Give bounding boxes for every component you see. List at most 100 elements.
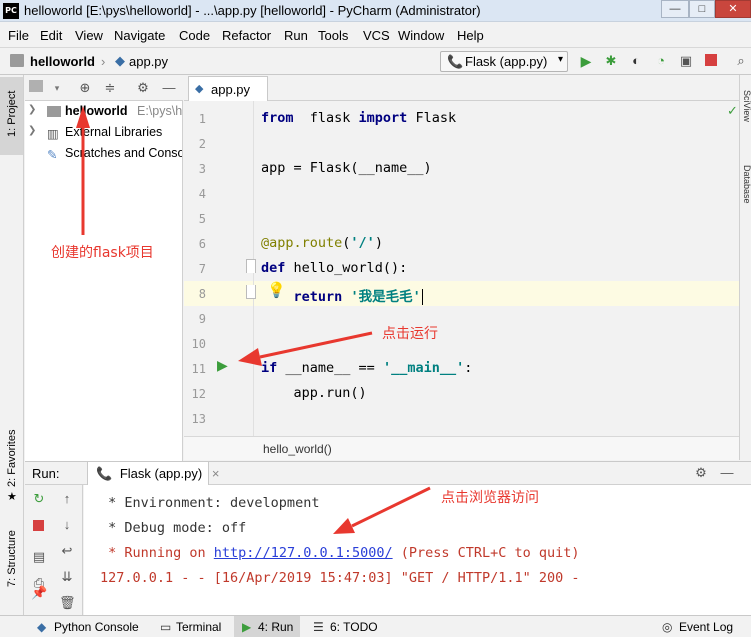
menu-file[interactable]: File xyxy=(8,28,29,43)
pycharm-logo-icon: PC xyxy=(3,3,19,19)
run-gutter-icon[interactable]: ▶ xyxy=(217,357,228,374)
terminal-icon: ▭ xyxy=(160,620,172,634)
menu-bar: File Edit View Navigate Code Refactor Ru… xyxy=(0,23,751,47)
arrow-up-icon[interactable]: ↑ xyxy=(59,491,75,507)
event-log-button[interactable]: Event Log xyxy=(679,620,733,634)
line-number: 5 xyxy=(198,212,206,226)
collapse-icon[interactable]: ≑ xyxy=(102,80,118,96)
minimize-button[interactable]: — xyxy=(661,0,689,18)
code-line-3: app = Flask(__name__) xyxy=(261,160,432,176)
profile-icon[interactable]: ◔ xyxy=(653,53,669,69)
tab-favorites[interactable]: 2: Favorites xyxy=(6,430,18,487)
code-line-7: def hello_world(): xyxy=(261,260,408,276)
tab-structure[interactable]: 7: Structure xyxy=(6,530,18,587)
hide-icon[interactable]: — xyxy=(161,80,177,96)
menu-code[interactable]: Code xyxy=(179,28,210,43)
arrow-down-icon[interactable]: ↓ xyxy=(59,517,75,533)
python-console-icon: ◆ xyxy=(37,620,47,634)
intention-bulb-icon[interactable]: 💡 xyxy=(267,281,286,299)
menu-edit[interactable]: Edit xyxy=(40,28,62,43)
coverage-icon[interactable]: ◐ xyxy=(628,53,644,69)
line-number: 8 xyxy=(198,287,206,301)
tree-path: E:\pys\h xyxy=(137,104,183,118)
rerun-icon[interactable]: ↻ xyxy=(31,491,47,507)
line-number: 11 xyxy=(191,362,206,376)
run-configuration-select[interactable]: 📞 Flask (app.py) ▾ xyxy=(440,51,568,72)
folder-icon xyxy=(47,106,61,117)
folder-icon xyxy=(10,54,24,67)
navigation-bar: helloworld › ◆ app.py 📞 Flask (app.py) ▾… xyxy=(0,47,751,75)
line-number: 6 xyxy=(198,237,206,251)
inspection-ok-icon[interactable]: ✓ xyxy=(727,103,738,119)
run-tab-flask[interactable]: 📞 Flask (app.py) × xyxy=(87,462,219,485)
python-file-icon: ◆ xyxy=(115,53,125,68)
status-bar: ◆ Python Console ▭ Terminal ▶ 4: Run ☰ 6… xyxy=(0,615,751,637)
run-console[interactable]: * Environment: development * Debug mode:… xyxy=(84,485,751,615)
code-editor[interactable]: from flask import Flask app = Flask(__na… xyxy=(255,101,739,436)
gear-icon[interactable]: ⚙ xyxy=(693,465,709,481)
menu-tools[interactable]: Tools xyxy=(318,28,348,43)
tab-project[interactable]: 1: Project xyxy=(6,91,18,137)
tab-app-py[interactable]: ◆ app.py xyxy=(188,76,268,101)
menu-vcs[interactable]: VCS xyxy=(363,28,390,43)
project-tree: ❯ helloworld E:\pys\h ❯ ▥ External Libra… xyxy=(25,101,183,461)
scroll-to-end-icon[interactable]: ⇊ xyxy=(59,569,75,585)
concurrency-icon[interactable]: ▣ xyxy=(678,53,694,69)
window-title: helloworld [E:\pys\helloworld] - ...\app… xyxy=(24,3,481,18)
close-tab-icon[interactable]: × xyxy=(212,466,220,481)
tab-sciview[interactable]: SciView xyxy=(742,90,751,122)
locate-icon[interactable]: ⊕ xyxy=(77,80,93,96)
chevron-right-icon: ❯ xyxy=(28,125,37,136)
layout-icon[interactable]: ▤ xyxy=(31,549,47,565)
flask-config-icon: 📞 xyxy=(447,54,464,69)
line-number: 2 xyxy=(198,137,206,151)
pin-icon[interactable]: 📌 xyxy=(31,585,47,601)
debug-icon[interactable]: ✱ xyxy=(603,53,619,69)
python-file-icon: ◆ xyxy=(195,83,204,95)
annotation-run: 点击运行 xyxy=(382,326,438,342)
tab-database[interactable]: Database xyxy=(742,165,751,204)
gear-icon[interactable]: ⚙ xyxy=(135,80,151,96)
run-icon[interactable]: ▶ xyxy=(578,53,594,69)
editor-tab-bar: ◆ app.py xyxy=(184,75,739,101)
menu-help[interactable]: Help xyxy=(457,28,484,43)
menu-run[interactable]: Run xyxy=(284,28,308,43)
tab-app-py-label: app.py xyxy=(211,82,251,97)
stop-icon[interactable] xyxy=(705,54,717,66)
run-tool-button[interactable]: 4: Run xyxy=(258,620,293,634)
breadcrumb-function[interactable]: hello_world() xyxy=(263,442,332,456)
close-button[interactable]: ✕ xyxy=(715,0,751,18)
editor-gutter: 1 2 3 4 5 6 7 8 9 10 11 12 13 ▶ xyxy=(184,101,256,436)
scratches-icon: ✎ xyxy=(47,148,58,162)
search-everywhere-icon[interactable]: ⌕ xyxy=(733,53,749,69)
clear-icon[interactable]: 🗑 xyxy=(59,595,76,611)
todo-button[interactable]: 6: TODO xyxy=(330,620,378,634)
hide-icon[interactable]: — xyxy=(719,465,735,481)
menu-navigate[interactable]: Navigate xyxy=(114,28,165,43)
code-line-11: if __name__ == '__main__': xyxy=(261,360,473,376)
console-running-line: * Running on http://127.0.0.1:5000/ (Pre… xyxy=(100,545,580,561)
server-url-link[interactable]: http://127.0.0.1:5000/ xyxy=(214,545,393,561)
breadcrumb-file[interactable]: app.py xyxy=(129,54,168,69)
project-toolbar: ▾ ⊕ ≑ ⚙ — xyxy=(25,75,183,101)
right-tool-strip: SciView Database xyxy=(739,75,751,460)
line-number: 4 xyxy=(198,187,206,201)
menu-refactor[interactable]: Refactor xyxy=(222,28,271,43)
title-bar: PC helloworld [E:\pys\helloworld] - ...\… xyxy=(0,0,751,22)
menu-view[interactable]: View xyxy=(75,28,103,43)
terminal-button[interactable]: Terminal xyxy=(176,620,221,634)
breadcrumb-separator-icon: › xyxy=(101,54,106,69)
event-log-icon: ◎ xyxy=(662,620,673,634)
soft-wrap-icon[interactable]: ↩ xyxy=(59,543,75,559)
library-icon: ▥ xyxy=(47,127,59,141)
python-console-button[interactable]: Python Console xyxy=(54,620,139,634)
stop-icon[interactable] xyxy=(33,520,44,531)
star-icon: ★ xyxy=(7,491,17,503)
run-panel-header: Run: 📞 Flask (app.py) × ⚙ — xyxy=(25,461,751,485)
run-tab-label: Flask (app.py) xyxy=(119,466,203,481)
flask-config-icon: 📞 xyxy=(96,466,113,481)
dropdown-icon[interactable]: ▾ xyxy=(49,80,65,96)
breadcrumb-project[interactable]: helloworld xyxy=(30,54,95,69)
menu-window[interactable]: Window xyxy=(398,28,444,43)
maximize-button[interactable]: □ xyxy=(689,0,715,18)
